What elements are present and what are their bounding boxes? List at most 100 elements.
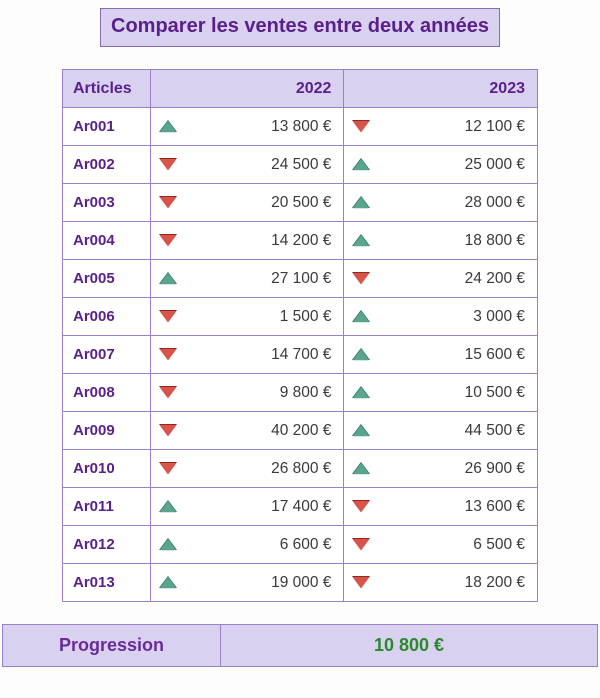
cell-year-2: 13 600 € (344, 488, 538, 526)
sales-table: Articles 2022 2023 Ar001 13 800 € 12 100 €… (62, 69, 538, 602)
cell-year-2: 24 200 € (344, 260, 538, 298)
table-row: Ar011 17 400 € 13 600 € (63, 488, 538, 526)
value-year-1: 19 000 € (177, 574, 332, 592)
value-year-1: 14 700 € (177, 346, 332, 364)
value-year-1: 27 100 € (177, 270, 332, 288)
cell-year-1: 1 500 € (150, 298, 344, 336)
page-title: Comparer les ventes entre deux années (111, 15, 489, 37)
value-year-2: 44 500 € (370, 422, 525, 440)
table-header-row: Articles 2022 2023 (63, 70, 538, 108)
cell-year-1: 26 800 € (150, 450, 344, 488)
table-row: Ar004 14 200 € 18 800 € (63, 222, 538, 260)
progression-bar: Progression 10 800 € (2, 624, 598, 667)
cell-year-2: 6 500 € (344, 526, 538, 564)
triangle-up-icon (352, 158, 370, 172)
cell-year-2: 3 000 € (344, 298, 538, 336)
triangle-up-icon (352, 310, 370, 324)
value-year-1: 1 500 € (177, 308, 332, 326)
table-row: Ar001 13 800 € 12 100 € (63, 108, 538, 146)
header-articles: Articles (63, 70, 151, 108)
cell-year-1: 24 500 € (150, 146, 344, 184)
progression-value: 10 800 € (221, 625, 597, 666)
table-row: Ar008 9 800 € 10 500 € (63, 374, 538, 412)
triangle-down-icon (159, 310, 177, 324)
cell-year-2: 10 500 € (344, 374, 538, 412)
cell-year-1: 27 100 € (150, 260, 344, 298)
triangle-up-icon (352, 196, 370, 210)
value-year-1: 13 800 € (177, 118, 332, 136)
triangle-down-icon (159, 158, 177, 172)
value-year-1: 20 500 € (177, 194, 332, 212)
cell-year-2: 28 000 € (344, 184, 538, 222)
article-code: Ar011 (63, 488, 151, 526)
article-code: Ar004 (63, 222, 151, 260)
triangle-down-icon (159, 348, 177, 362)
progression-label: Progression (3, 625, 221, 666)
article-code: Ar001 (63, 108, 151, 146)
triangle-up-icon (159, 500, 177, 514)
value-year-1: 6 600 € (177, 536, 332, 554)
value-year-2: 28 000 € (370, 194, 525, 212)
table-row: Ar005 27 100 € 24 200 € (63, 260, 538, 298)
value-year-1: 14 200 € (177, 232, 332, 250)
table-row: Ar006 1 500 € 3 000 € (63, 298, 538, 336)
value-year-2: 3 000 € (370, 308, 525, 326)
triangle-up-icon (159, 538, 177, 552)
cell-year-1: 17 400 € (150, 488, 344, 526)
value-year-2: 24 200 € (370, 270, 525, 288)
article-code: Ar003 (63, 184, 151, 222)
value-year-2: 10 500 € (370, 384, 525, 402)
table-row: Ar00224 500 €25 000 € (63, 146, 538, 184)
triangle-down-icon (159, 462, 177, 476)
cell-year-1: 40 200 € (150, 412, 344, 450)
article-code: Ar007 (63, 336, 151, 374)
value-year-1: 26 800 € (177, 460, 332, 478)
article-code: Ar012 (63, 526, 151, 564)
article-code: Ar013 (63, 564, 151, 602)
value-year-1: 40 200 € (177, 422, 332, 440)
table-row: Ar00714 700 €15 600 € (63, 336, 538, 374)
triangle-up-icon (159, 272, 177, 286)
triangle-up-icon (352, 424, 370, 438)
value-year-1: 17 400 € (177, 498, 332, 516)
cell-year-2: 18 200 € (344, 564, 538, 602)
cell-year-2: 12 100 € (344, 108, 538, 146)
table-row: Ar003 20 500 € 28 000 € (63, 184, 538, 222)
article-code: Ar006 (63, 298, 151, 336)
table-row: Ar009 40 200 € 44 500 € (63, 412, 538, 450)
cell-year-1: 6 600 € (150, 526, 344, 564)
triangle-up-icon (352, 386, 370, 400)
article-code: Ar009 (63, 412, 151, 450)
cell-year-2: 18 800 € (344, 222, 538, 260)
cell-year-2: 44 500 € (344, 412, 538, 450)
triangle-down-icon (159, 424, 177, 438)
value-year-2: 12 100 € (370, 118, 525, 136)
value-year-2: 18 800 € (370, 232, 525, 250)
triangle-down-icon (352, 500, 370, 514)
triangle-down-icon (159, 234, 177, 248)
value-year-2: 26 900 € (370, 460, 525, 478)
article-code: Ar002 (63, 146, 151, 184)
triangle-down-icon (159, 386, 177, 400)
value-year-1: 9 800 € (177, 384, 332, 402)
triangle-up-icon (352, 462, 370, 476)
triangle-down-icon (352, 576, 370, 590)
cell-year-2: 25 000 € (344, 146, 538, 184)
triangle-down-icon (352, 272, 370, 286)
article-code: Ar008 (63, 374, 151, 412)
value-year-2: 18 200 € (370, 574, 525, 592)
triangle-down-icon (159, 196, 177, 210)
article-code: Ar010 (63, 450, 151, 488)
header-year-1: 2022 (150, 70, 344, 108)
article-code: Ar005 (63, 260, 151, 298)
cell-year-2: 26 900 € (344, 450, 538, 488)
triangle-down-icon (352, 538, 370, 552)
table-row: Ar013 19 000 € 18 200 € (63, 564, 538, 602)
triangle-up-icon (159, 576, 177, 590)
cell-year-1: 19 000 € (150, 564, 344, 602)
triangle-up-icon (352, 234, 370, 248)
cell-year-1: 13 800 € (150, 108, 344, 146)
value-year-2: 6 500 € (370, 536, 525, 554)
triangle-up-icon (352, 348, 370, 362)
cell-year-1: 20 500 € (150, 184, 344, 222)
